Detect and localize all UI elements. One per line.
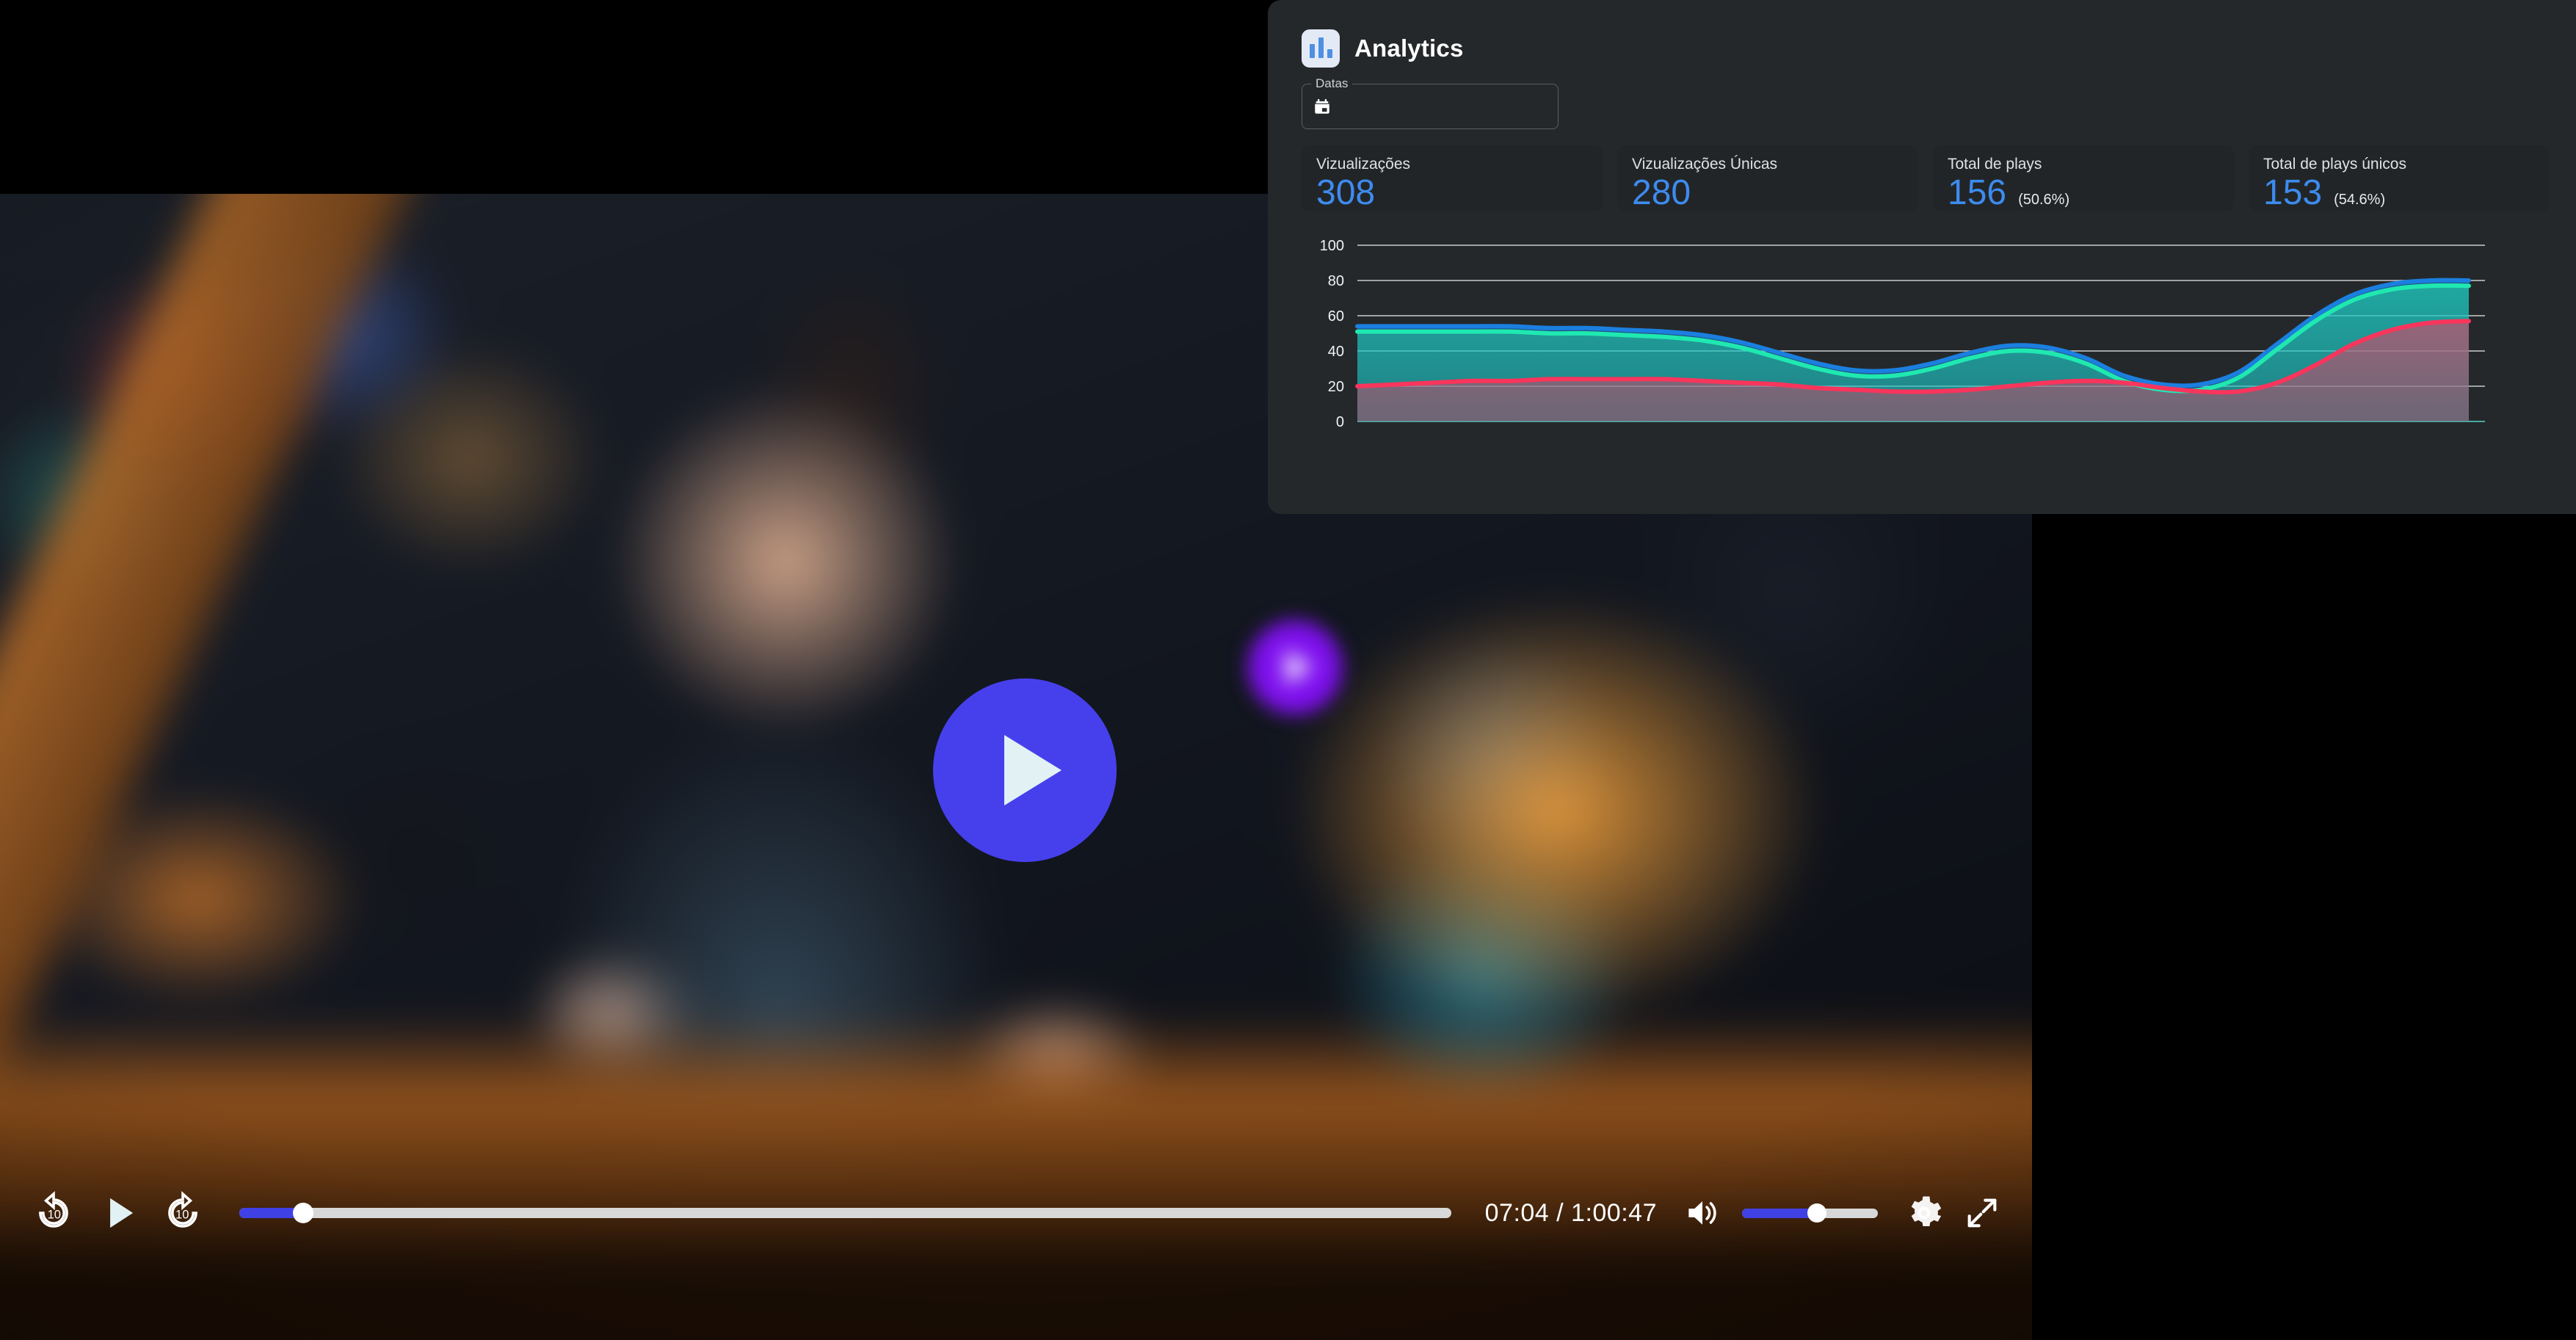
bar-chart-icon [1302,29,1340,68]
secondary-play-button[interactable] [1248,620,1342,714]
volume-thumb[interactable] [1807,1203,1826,1223]
stat-value: 156 [1948,173,2007,212]
forward-10-button[interactable]: 10 [160,1190,206,1236]
big-play-button[interactable] [933,678,1117,862]
chart-y-tick-label: 40 [1328,344,1344,360]
stat-label: Total de plays [1948,156,2042,173]
progress-track [239,1208,1451,1218]
stat-label: Vizualizações [1316,156,1411,173]
chart-y-tick-label: 20 [1328,379,1344,395]
stat-card-unique-plays: Total de plays únicos 153 (54.6%) [2249,145,2550,212]
page-title: Analytics [1354,35,1464,62]
chart-y-tick-label: 80 [1328,273,1344,289]
chart-y-tick-label: 0 [1336,414,1344,430]
forward-10-icon: 10 [168,1191,197,1228]
volume-button[interactable] [1682,1192,1723,1234]
play-icon [1004,735,1062,805]
stat-value: 308 [1316,173,1376,212]
app-root: 10 10 07:04 / 1:00:47 Analytics Datas Vi… [0,0,2576,1340]
player-control-bar: 10 10 07:04 / 1:00:47 [0,1181,2032,1245]
play-icon [1285,650,1313,685]
settings-button[interactable] [1904,1193,1944,1233]
calendar-icon [1315,98,1329,114]
analytics-header: Analytics [1302,29,2550,68]
rewind-seconds-label: 10 [48,1207,61,1221]
time-display: 07:04 / 1:00:47 [1484,1198,1657,1227]
expand-icon [1967,1198,1997,1228]
stat-card-views: Vizualizações 308 [1302,145,1603,212]
fullscreen-button[interactable] [1963,1194,2001,1232]
stat-value: 280 [1632,173,1691,212]
date-range-input[interactable]: Datas [1302,76,1559,129]
volume-high-icon [1688,1201,1716,1225]
date-range-label: Datas [1311,76,1353,92]
analytics-chart[interactable]: 0 20 40 60 80 100 [1294,232,2550,438]
stat-percent: (54.6%) [2334,192,2386,208]
play-icon [110,1198,134,1228]
forward-seconds-label: 10 [175,1207,189,1221]
volume-slider[interactable] [1742,1202,1878,1224]
stat-card-list: Vizualizações 308 Vizualizações Únicas 2… [1302,145,2550,212]
rewind-10-button[interactable]: 10 [31,1190,76,1236]
progress-slider[interactable] [239,1200,1451,1225]
stat-card-unique-views: Vizualizações Únicas 280 [1617,145,1918,212]
chart-canvas: 0 20 40 60 80 100 [1320,238,2485,430]
progress-thumb[interactable] [293,1203,314,1223]
play-pause-button[interactable] [97,1190,142,1236]
volume-fill [1742,1208,1817,1218]
analytics-panel: Analytics Datas Vizualizações 308 Vizual… [1268,0,2576,514]
gear-icon [1911,1196,1942,1226]
chart-y-tick-label: 100 [1320,238,1344,254]
stat-card-total-plays: Total de plays 156 (50.6%) [1933,145,2234,212]
stat-percent: (50.6%) [2018,192,2070,208]
stat-label: Total de plays únicos [2263,156,2406,173]
rewind-10-icon: 10 [39,1191,68,1228]
chart-y-tick-label: 60 [1328,308,1344,325]
stat-label: Vizualizações Únicas [1632,156,1778,173]
stat-value: 153 [2263,173,2323,212]
